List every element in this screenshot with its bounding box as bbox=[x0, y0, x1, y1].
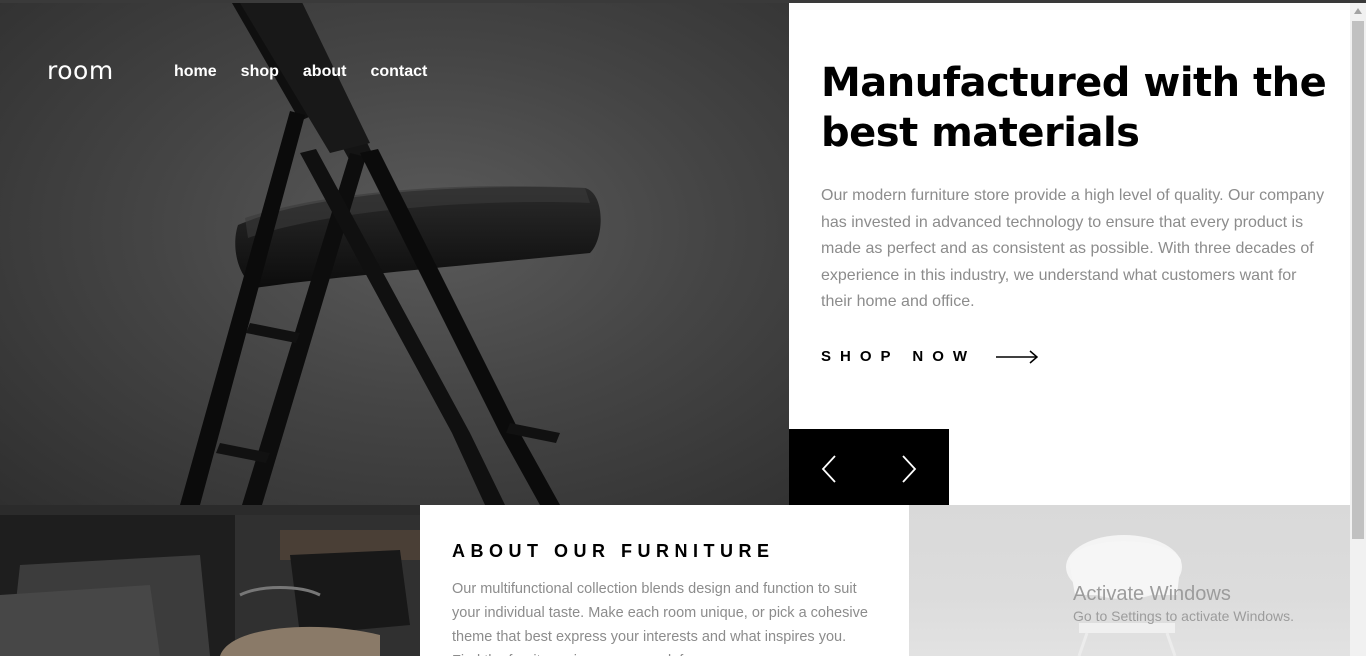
nav-link-home[interactable]: home bbox=[174, 63, 217, 81]
about-image-dark-room bbox=[0, 505, 420, 656]
arrow-right-icon bbox=[996, 349, 1039, 364]
shop-now-label: SHOP NOW bbox=[821, 348, 977, 365]
hero-image-chair: room home shop about contact bbox=[0, 3, 789, 505]
slider-next-button[interactable] bbox=[869, 429, 949, 509]
angle-left-icon bbox=[821, 455, 836, 483]
caret-up-icon bbox=[1354, 8, 1362, 14]
nav-link-contact[interactable]: contact bbox=[370, 63, 427, 81]
page-scrollbar[interactable] bbox=[1350, 3, 1366, 656]
hero-title: Manufactured with the best materials bbox=[821, 60, 1327, 156]
scroll-up-button[interactable] bbox=[1350, 3, 1366, 19]
slider-controls bbox=[789, 429, 949, 509]
nav-link-about[interactable]: about bbox=[303, 63, 347, 81]
about-section: ABOUT OUR FURNITURE Our multifunctional … bbox=[420, 505, 909, 656]
scroll-thumb[interactable] bbox=[1352, 21, 1364, 539]
about-title: ABOUT OUR FURNITURE bbox=[452, 541, 775, 561]
shop-now-link[interactable]: SHOP NOW bbox=[821, 348, 1039, 365]
dark-furniture-illustration bbox=[0, 505, 420, 656]
main-nav: home shop about contact bbox=[174, 63, 451, 81]
white-chair-image bbox=[909, 505, 1350, 656]
white-chair-illustration bbox=[1066, 535, 1182, 656]
watermark-title: Activate Windows bbox=[1073, 583, 1231, 605]
activate-windows-watermark: Activate Windows Go to Settings to activ… bbox=[1073, 583, 1294, 624]
about-description: Our multifunctional collection blends de… bbox=[452, 581, 868, 656]
angle-right-icon bbox=[902, 455, 917, 483]
site-logo[interactable]: room bbox=[47, 56, 114, 85]
hero-description: Our modern furniture store provide a hig… bbox=[821, 187, 1325, 310]
nav-link-shop[interactable]: shop bbox=[241, 63, 279, 81]
slider-prev-button[interactable] bbox=[789, 429, 869, 509]
watermark-subtitle: Go to Settings to activate Windows. bbox=[1073, 608, 1294, 624]
